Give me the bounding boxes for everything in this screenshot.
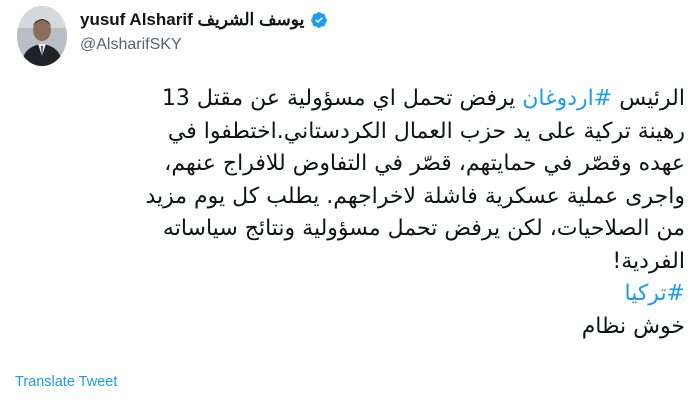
- tweet-line-2: رهينة تركية على يد حزب العمال الكردستاني…: [167, 118, 685, 144]
- tweet-card: yusuf Alsharif يوسف الشريف @AlsharifSKY …: [0, 0, 700, 406]
- author-name[interactable]: yusuf Alsharif يوسف الشريف: [80, 10, 304, 30]
- hashtag-link[interactable]: #تركيا: [624, 281, 685, 306]
- avatar-image: [17, 6, 67, 66]
- tweet-line-4: واجرى عملية عسكرية فاشلة لاخراجهم. يطلب …: [145, 183, 685, 209]
- tweet-line-1: الرئيس #اردوغان يرفض تحمل اي مسؤولية عن …: [20, 83, 685, 116]
- tweet-line-5: من الصلاحيات، لكن يرفض تحمل مسؤولية ونتا…: [162, 216, 685, 241]
- tweet-line-3: عهده وقصّر في حمايتهم، قصّر في التفاوض ل…: [164, 151, 685, 176]
- tweet-text-segment: يرفض تحمل اي مسؤولية عن مقتل 13: [161, 86, 523, 111]
- tweet-line-7: #تركيا: [20, 278, 685, 311]
- author-name-row[interactable]: yusuf Alsharif يوسف الشريف: [80, 10, 328, 30]
- hashtag-link[interactable]: #اردوغان: [522, 86, 612, 111]
- translate-tweet-link[interactable]: Translate Tweet: [15, 374, 117, 390]
- author-handle[interactable]: @AlsharifSKY: [80, 36, 182, 54]
- tweet-line-6: الفردية!: [612, 248, 685, 274]
- tweet-text-segment: الرئيس: [612, 86, 685, 111]
- avatar[interactable]: [17, 6, 67, 66]
- verified-badge-icon: [310, 11, 328, 29]
- tweet-line-8: خوش نظام: [581, 313, 685, 339]
- tweet-text: الرئيس #اردوغان يرفض تحمل اي مسؤولية عن …: [20, 83, 685, 343]
